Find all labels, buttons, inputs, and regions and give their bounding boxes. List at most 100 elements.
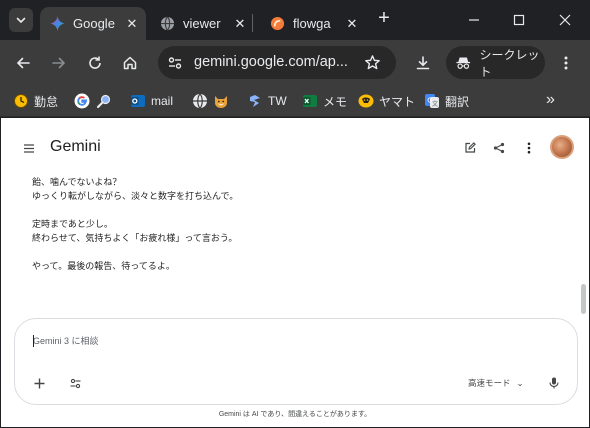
- app-header: Gemini: [1, 118, 589, 178]
- download-icon: [416, 56, 430, 70]
- incognito-badge[interactable]: シークレット: [446, 46, 545, 79]
- bookmark-google[interactable]: [74, 92, 90, 110]
- close-icon[interactable]: ✕: [344, 16, 360, 32]
- svg-text:文: 文: [432, 100, 438, 108]
- arrow-left-icon: [16, 57, 30, 69]
- download-button[interactable]: [410, 50, 436, 76]
- star-icon[interactable]: [364, 54, 381, 71]
- bookmark-translate[interactable]: G文 翻訳: [424, 92, 469, 110]
- tools-button[interactable]: [66, 374, 84, 392]
- reload-icon: [89, 56, 101, 69]
- bookmark-label: TW: [268, 94, 287, 108]
- bookmark-mail[interactable]: mail: [130, 92, 173, 110]
- main-menu-button[interactable]: [21, 140, 37, 156]
- bookmark-label: 翻訳: [445, 94, 470, 109]
- model-mode-selector[interactable]: 高速モード ⌄: [468, 374, 524, 392]
- mode-label: 高速モード: [468, 378, 511, 388]
- response-line: 定時まであと少し。: [32, 219, 113, 229]
- new-tab-button[interactable]: +: [374, 8, 394, 29]
- bookmark-tw[interactable]: TW: [247, 92, 287, 110]
- tab-title: Google: [73, 16, 115, 31]
- clock-icon: [14, 94, 28, 108]
- url-text[interactable]: gemini.google.com/ap...: [194, 54, 348, 70]
- microphone-button[interactable]: [545, 374, 563, 392]
- response-line: 終わらせて、気持ちよく「お疲れ様」って言おう。: [32, 232, 238, 243]
- more-vert-icon: [564, 56, 568, 70]
- more-vert-icon: [527, 142, 531, 154]
- bookmark-yamato[interactable]: ヤマト: [358, 92, 415, 110]
- microphone-icon: [549, 377, 559, 389]
- window-close-button[interactable]: [543, 0, 587, 40]
- globe-icon: [193, 93, 207, 109]
- chevron-down-icon: ⌄: [516, 377, 524, 388]
- forward-button[interactable]: [46, 50, 72, 76]
- incognito-icon: [456, 57, 471, 69]
- bookmark-label: ヤマト: [379, 94, 416, 109]
- scrollbar-thumb[interactable]: [581, 284, 586, 314]
- tab-strip: Google ✕ viewer ✕ flowga ✕ +: [0, 0, 590, 40]
- app-title: Gemini: [50, 138, 101, 155]
- response-text: 飴、噛んでないよね？ ゆっくり転がしながら、淡々と数字を打ち込んで。 定時まであ…: [32, 176, 572, 274]
- translate-icon: G文: [425, 94, 439, 108]
- bookmark-memo[interactable]: メモ: [302, 92, 347, 110]
- minimize-button[interactable]: [452, 0, 496, 40]
- tab-title: viewer: [183, 16, 221, 31]
- bookmark-label: 勤怠: [34, 94, 59, 109]
- outlook-icon: [131, 95, 145, 107]
- close-icon: [559, 14, 571, 26]
- bookmark-search[interactable]: [96, 92, 112, 110]
- bookmarks-bar: 勤怠 mail TW メモ ヤマト G文 翻訳 »: [0, 85, 590, 117]
- tab-viewer[interactable]: viewer ✕: [150, 7, 254, 40]
- close-icon[interactable]: ✕: [232, 16, 248, 32]
- home-icon: [123, 56, 137, 70]
- new-chat-button[interactable]: [462, 140, 478, 156]
- flowgate-icon: [270, 16, 285, 31]
- prompt-composer: 高速モード ⌄: [14, 318, 578, 405]
- excel-icon: [303, 95, 317, 107]
- add-file-button[interactable]: [30, 374, 48, 392]
- bookmarks-more-button[interactable]: »: [546, 91, 555, 109]
- tab-google[interactable]: Google ✕: [40, 7, 146, 40]
- prompt-input[interactable]: [33, 333, 433, 349]
- gemini-page: Gemini 飴、噛んでないよね？ ゆっくり転がしながら、淡々と数字を打ち込んで…: [1, 118, 589, 427]
- share-icon: [493, 142, 505, 154]
- globe-icon: [160, 16, 175, 31]
- tab-flowgate[interactable]: flowga ✕: [260, 7, 366, 40]
- google-icon: [74, 93, 90, 109]
- hamburger-icon: [24, 143, 34, 153]
- gemini-star-icon: [50, 16, 65, 31]
- response-line: ゆっくり転がしながら、淡々と数字を打ち込んで。: [32, 190, 239, 201]
- response-line: 飴、噛んでないよね？: [32, 177, 122, 187]
- tune-icon: [70, 378, 80, 388]
- browser-menu-button[interactable]: [553, 50, 579, 76]
- more-options-button[interactable]: [521, 140, 537, 156]
- response-line: やって。最後の報告、待ってるよ。: [32, 261, 175, 271]
- address-bar[interactable]: gemini.google.com/ap...: [158, 46, 396, 79]
- bookmark-shiba[interactable]: [213, 92, 229, 110]
- maximize-button[interactable]: [497, 0, 541, 40]
- close-icon[interactable]: ✕: [124, 16, 140, 32]
- bookmark-attendance[interactable]: 勤怠: [13, 92, 58, 110]
- chevron-down-icon: [16, 17, 26, 24]
- tab-search-button[interactable]: [9, 8, 33, 32]
- home-button[interactable]: [117, 50, 143, 76]
- site-settings-icon[interactable]: [167, 55, 183, 71]
- minimize-icon: [469, 19, 479, 21]
- arrow-right-icon: [52, 57, 66, 69]
- edit-icon: [465, 142, 476, 153]
- bookmark-label: メモ: [323, 94, 348, 109]
- back-button[interactable]: [10, 50, 36, 76]
- avatar[interactable]: [550, 135, 574, 159]
- magnifier-icon: [96, 94, 111, 109]
- bookmark-label: mail: [151, 94, 174, 108]
- bookmark-globe[interactable]: [192, 92, 208, 110]
- shiba-icon: [215, 96, 227, 108]
- tab-title: flowga: [293, 16, 331, 31]
- reload-button[interactable]: [82, 50, 108, 76]
- tw-icon: [250, 95, 260, 107]
- yamato-icon: [358, 94, 374, 108]
- share-button[interactable]: [491, 140, 507, 156]
- text-caret: [33, 335, 34, 347]
